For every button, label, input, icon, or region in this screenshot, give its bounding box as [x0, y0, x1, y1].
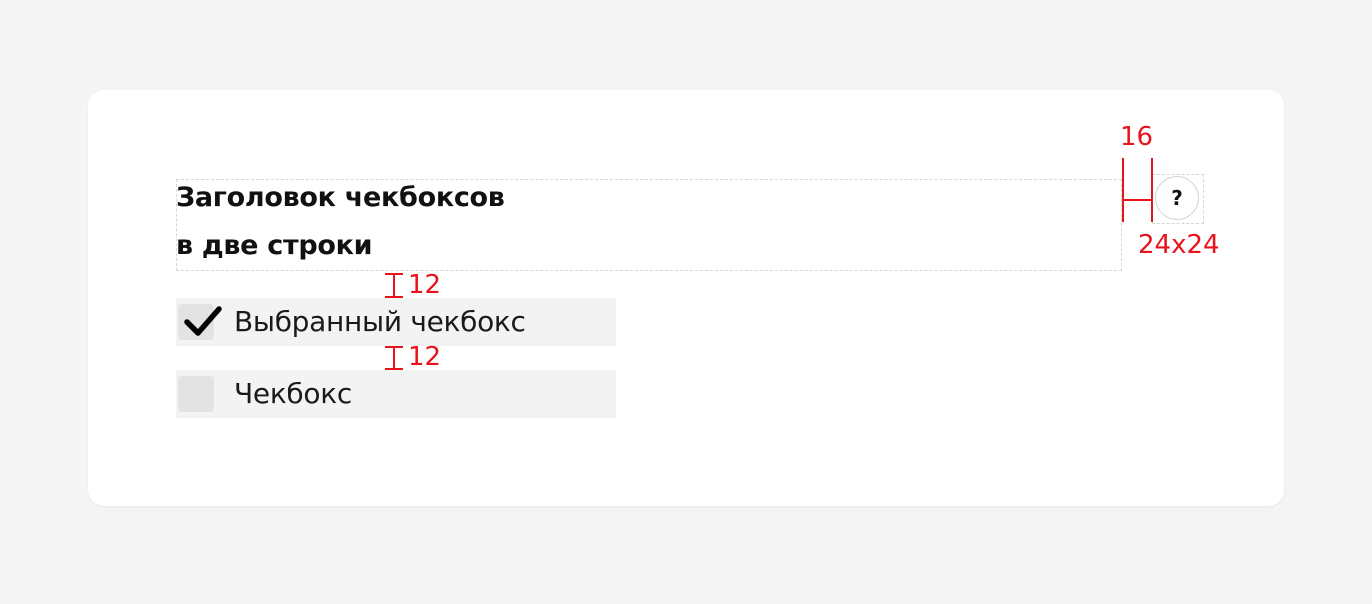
annotation-gap-16: 16 [1120, 122, 1154, 152]
spacing-annotations [385, 158, 1153, 370]
annotation-gap-12-first: 12 [408, 270, 442, 300]
gap-16-marker [1122, 158, 1153, 222]
gap-12-marker-2 [385, 346, 403, 370]
annotation-help-size: 24x24 [1138, 230, 1220, 260]
annotation-gap-12-second: 12 [408, 342, 442, 372]
gap-12-marker-1 [385, 273, 403, 298]
